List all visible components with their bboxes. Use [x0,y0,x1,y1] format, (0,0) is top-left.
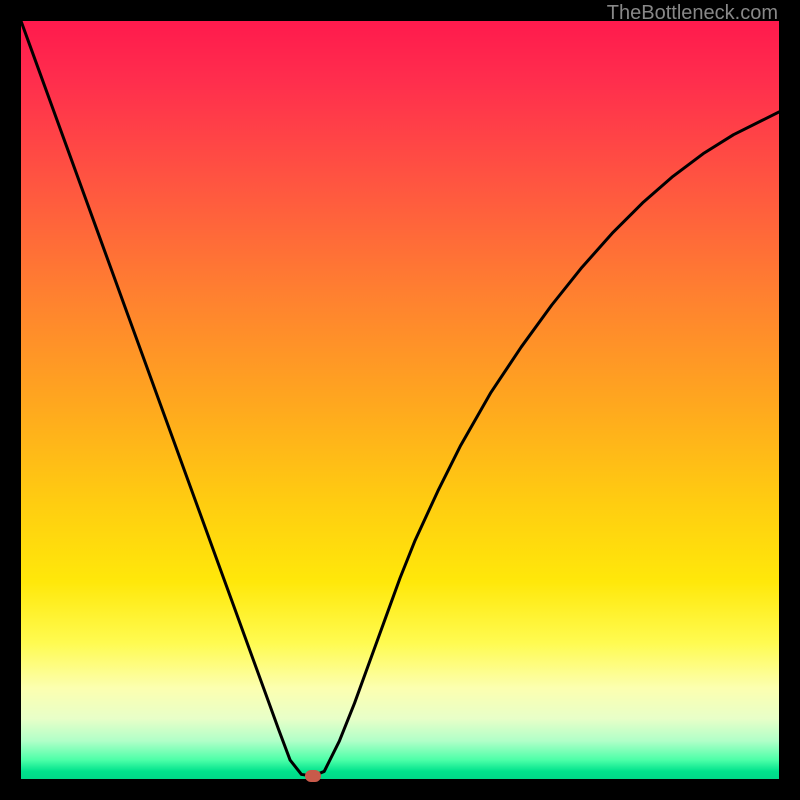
curve-left-branch [21,21,313,776]
curve-layer [21,21,779,779]
chart-frame: TheBottleneck.com [0,0,800,800]
curve-right-branch [313,112,779,776]
watermark-text: TheBottleneck.com [607,2,778,25]
minimum-marker [305,770,321,782]
chart-plot-area [21,21,779,779]
